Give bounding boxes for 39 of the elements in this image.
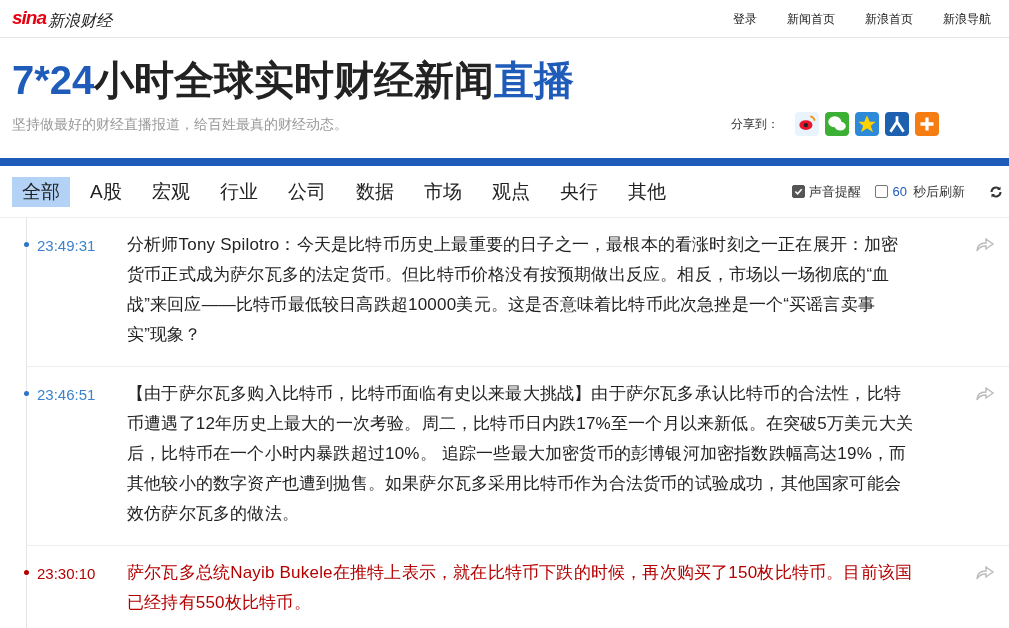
category-tab[interactable]: 宏观 [141,176,200,207]
person-icon[interactable] [885,112,909,136]
news-text: 萨尔瓦多总统Nayib Bukele在推特上表示，就在比特币下跌的时候，再次购买了150枚比特币。目前该国已经持有550枚比特币。 [127,562,913,614]
refresh-label: 秒后刷新 [913,182,965,201]
category-tab[interactable]: 全部 [12,176,70,207]
share-label: 分享到： [731,116,779,133]
subtitle: 坚持做最好的财经直播报道，给百姓最真的财经动态。 [12,114,348,134]
refresh-icon[interactable] [989,184,1003,199]
sound-alert-label: 声音提醒 [808,182,861,201]
logo-text[interactable]: 新浪财经 [48,8,113,33]
logo-mark[interactable]: sina [12,4,47,33]
category-tab[interactable]: A股 [80,176,132,207]
category-tab[interactable]: 行业 [209,176,268,207]
news-text: 【由于萨尔瓦多购入比特币，比特币面临有史以来最大挑战】由于萨尔瓦多承认比特币的合法性，比特币遭遇了12年历史上最大的一次考验。周二，比特币日内跌17%至一个月以来新低。在突破5万美元大关后，比特币在一个小时内暴跌超过10%。 追踪一些最大加密货币的彭博银河加密指数跌幅高达19%，而其他较小的数字资产也遭到抛售。如果萨尔瓦多采用比特币作为合法货币的试验成功，其他国家可能会效仿萨尔瓦多的做法。 [127,383,913,525]
share-icon[interactable] [976,387,995,403]
category-tab[interactable]: 央行 [549,176,608,207]
news-time: 23:30:10 [37,564,97,584]
star-icon[interactable] [855,112,879,136]
category-tab[interactable]: 数据 [345,176,404,207]
header-link[interactable]: 新浪导航 [943,9,991,28]
checkbox[interactable] [791,185,805,198]
category-tab[interactable]: 公司 [277,176,336,207]
header-link[interactable]: 登录 [733,9,757,28]
chat-bubbles-icon[interactable] [825,112,849,136]
news-text: 分析师Tony Spilotro：今天是比特币历史上最重要的日子之一，最根本的看涨时刻之一正在展开：加密货币正式成为萨尔瓦多的法定货币。但比特币价格没有按预期做出反应。相反，市场以一场彻底的“血战”来回应——比特币最低较日高跌超10000美元。这是否意味着比特币此次急挫是一个“买谣言卖事实”现象？ [127,234,900,346]
header-link[interactable]: 新浪首页 [865,9,913,28]
share-icon[interactable] [976,238,995,254]
page-title: 7*24小时全球实时财经新闻直播 [12,57,575,104]
header-link[interactable]: 新闻首页 [787,9,835,28]
checkbox[interactable] [874,185,888,198]
plus-icon[interactable] [915,112,939,136]
news-time: 23:46:51 [37,385,97,405]
category-tab[interactable]: 市场 [413,176,472,207]
category-tab[interactable]: 观点 [481,176,540,207]
refresh-seconds: 60 [892,182,907,201]
weibo-icon[interactable] [795,112,819,136]
category-tab[interactable]: 其他 [617,176,676,207]
news-time: 23:49:31 [37,236,97,256]
share-icon[interactable] [976,566,995,582]
